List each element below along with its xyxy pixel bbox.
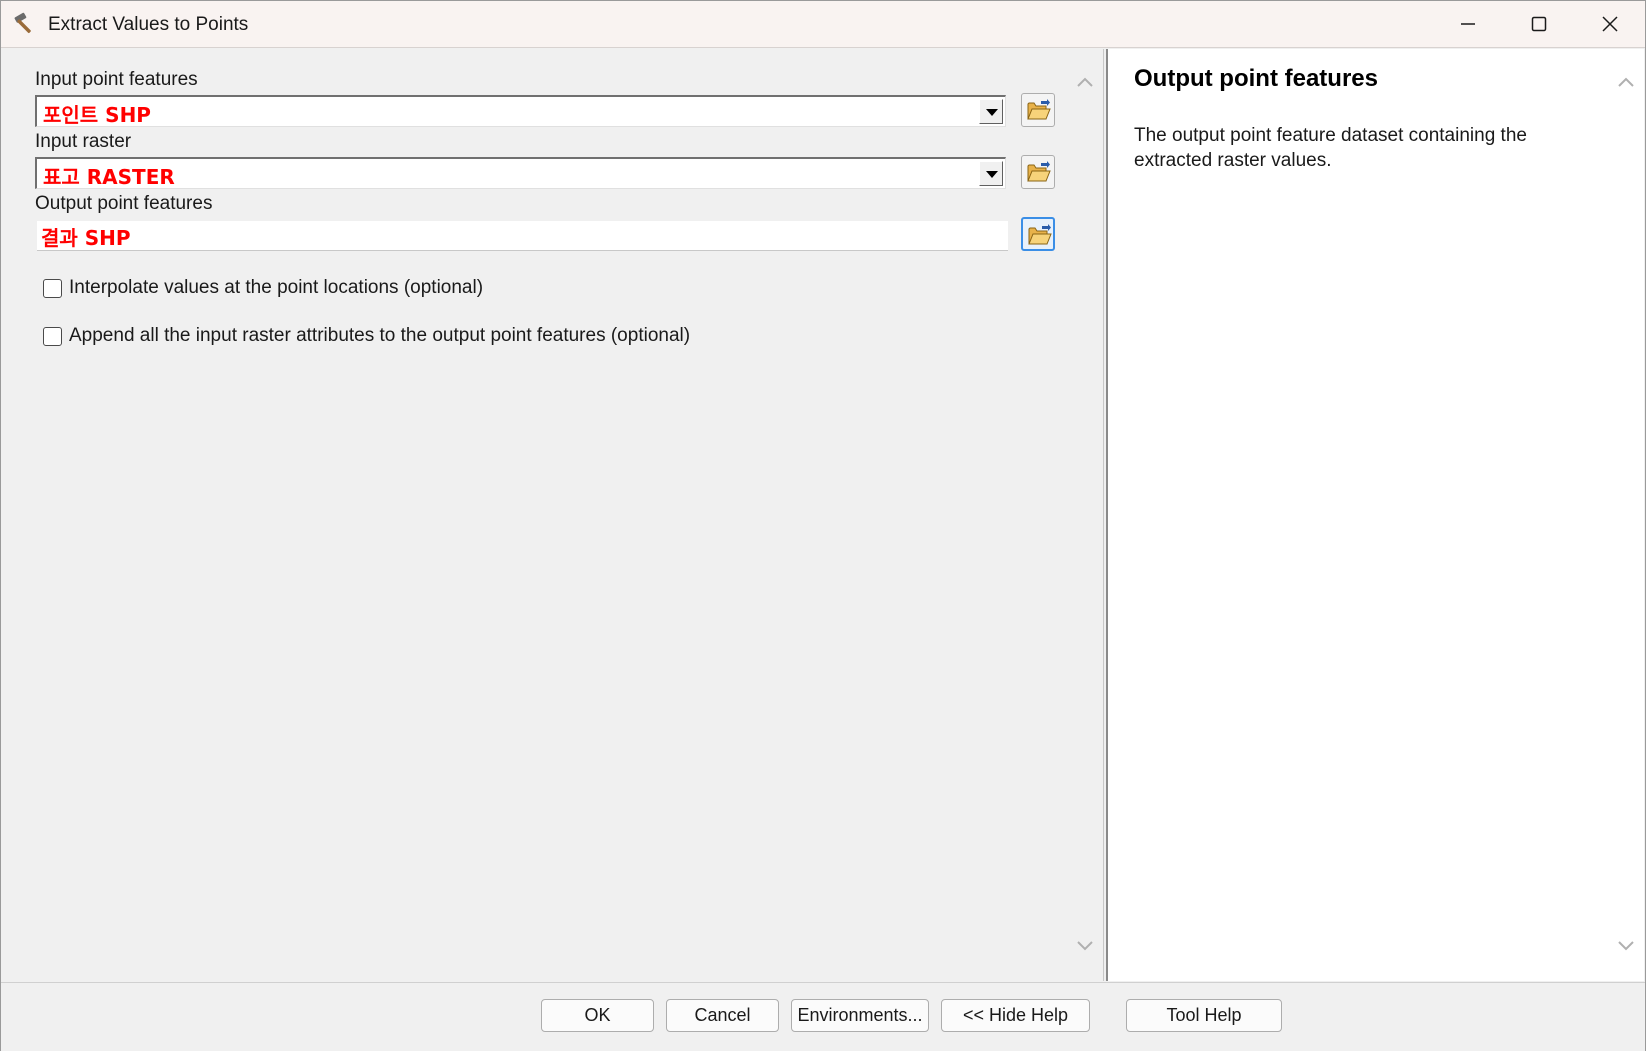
- append-attributes-checkbox-label[interactable]: Append all the input raster attributes t…: [69, 325, 690, 347]
- input-point-features-combobox[interactable]: 포인트 SHP: [35, 95, 1006, 127]
- input-raster-label: Input raster: [35, 131, 132, 152]
- input-raster-combobox[interactable]: 표고 RASTER: [35, 157, 1006, 189]
- chevron-up-icon: [1618, 77, 1634, 87]
- output-point-features-browse-button[interactable]: [1021, 217, 1055, 251]
- minimize-button[interactable]: [1433, 1, 1503, 47]
- params-scroll-up-button[interactable]: [1075, 73, 1095, 93]
- output-point-features-value: 결과 SHP: [41, 226, 131, 250]
- input-raster-value: 표고 RASTER: [43, 165, 175, 189]
- chevron-down-icon: [1618, 941, 1634, 951]
- maximize-icon: [1531, 16, 1547, 32]
- hide-help-button[interactable]: << Hide Help: [941, 999, 1090, 1032]
- append-attributes-checkbox[interactable]: [43, 327, 62, 346]
- help-description: The output point feature dataset contain…: [1134, 125, 1527, 171]
- hammer-icon: [13, 12, 39, 36]
- command-bar: OK Cancel Environments... << Hide Help T…: [1, 982, 1645, 1051]
- input-raster-dropdown[interactable]: [979, 161, 1003, 186]
- input-point-features-label: Input point features: [35, 69, 198, 90]
- open-folder-icon: [1027, 99, 1051, 120]
- output-point-features-input[interactable]: 결과 SHP: [37, 221, 1008, 251]
- chevron-down-icon: [1077, 941, 1093, 951]
- chevron-up-icon: [1077, 77, 1093, 87]
- help-panel: Output point features The output point f…: [1106, 49, 1644, 981]
- environments-button[interactable]: Environments...: [791, 999, 929, 1032]
- parameters-panel: Input point features 포인트 SHP Input raste…: [5, 49, 1104, 981]
- input-point-features-value: 포인트 SHP: [43, 103, 151, 127]
- input-raster-browse-button[interactable]: [1021, 155, 1055, 189]
- input-point-features-dropdown[interactable]: [979, 99, 1003, 124]
- ok-button[interactable]: OK: [541, 999, 654, 1032]
- minimize-icon: [1461, 23, 1475, 25]
- help-scroll-up-button[interactable]: [1616, 73, 1636, 93]
- open-folder-icon: [1028, 224, 1052, 245]
- open-folder-icon: [1027, 161, 1051, 182]
- maximize-button[interactable]: [1504, 1, 1574, 47]
- params-scroll-down-button[interactable]: [1075, 935, 1095, 955]
- help-scroll-down-button[interactable]: [1616, 935, 1636, 955]
- close-icon: [1602, 16, 1618, 32]
- input-point-features-browse-button[interactable]: [1021, 93, 1055, 127]
- output-point-features-label: Output point features: [35, 193, 213, 214]
- interpolate-checkbox-label[interactable]: Interpolate values at the point location…: [69, 277, 483, 299]
- close-button[interactable]: [1575, 1, 1645, 47]
- cancel-button[interactable]: Cancel: [666, 999, 779, 1032]
- tool-help-button[interactable]: Tool Help: [1126, 999, 1282, 1032]
- tool-dialog-window: Extract Values to Points Input point fea…: [0, 0, 1646, 1051]
- window-title: Extract Values to Points: [48, 14, 249, 35]
- help-title: Output point features: [1134, 65, 1378, 92]
- interpolate-checkbox[interactable]: [43, 279, 62, 298]
- title-bar: Extract Values to Points: [1, 1, 1645, 48]
